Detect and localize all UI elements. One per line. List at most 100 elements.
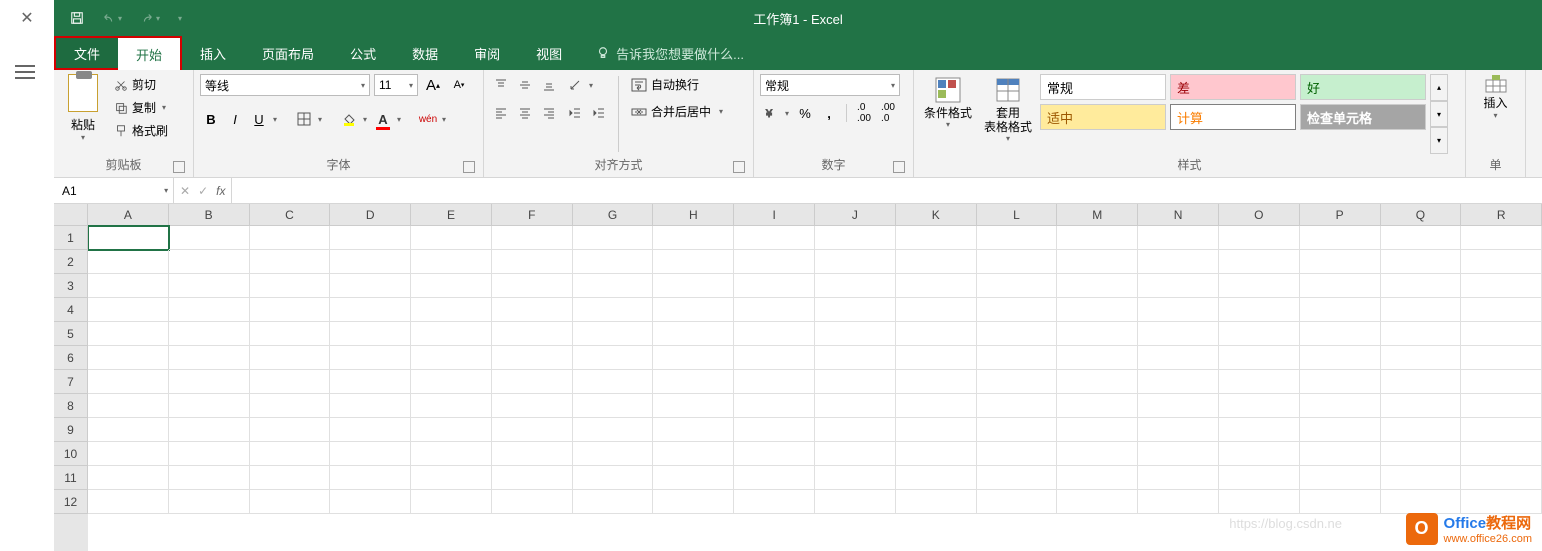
cell[interactable] <box>815 466 896 490</box>
cell[interactable] <box>330 274 411 298</box>
formula-input[interactable] <box>232 178 1542 203</box>
tab-review[interactable]: 审阅 <box>456 36 518 70</box>
cell[interactable] <box>734 250 815 274</box>
cell[interactable] <box>1300 322 1381 346</box>
decrease-decimal-icon[interactable]: .00.0 <box>877 102 899 124</box>
insert-cells-button[interactable]: 插入 ▾ <box>1475 74 1517 154</box>
row-header[interactable]: 4 <box>54 298 88 322</box>
borders-dropdown[interactable]: ▾ <box>315 108 325 130</box>
cell[interactable] <box>1138 298 1219 322</box>
cell[interactable] <box>1138 466 1219 490</box>
underline-button[interactable]: U <box>248 108 270 130</box>
name-box-dropdown[interactable]: ▾ <box>159 186 173 195</box>
cancel-formula-icon[interactable]: ✕ <box>180 184 190 198</box>
column-header[interactable]: N <box>1138 204 1219 226</box>
row-header[interactable]: 12 <box>54 490 88 514</box>
cell[interactable] <box>1461 322 1542 346</box>
cell[interactable] <box>653 418 734 442</box>
row-header[interactable]: 10 <box>54 442 88 466</box>
format-painter-button[interactable]: 格式刷 <box>110 120 172 141</box>
cell[interactable] <box>1381 250 1462 274</box>
cell[interactable] <box>734 490 815 514</box>
cell[interactable] <box>169 394 250 418</box>
cell[interactable] <box>250 394 331 418</box>
wrap-text-button[interactable]: 自动换行 <box>627 74 727 95</box>
cell[interactable] <box>977 490 1058 514</box>
column-header[interactable]: O <box>1219 204 1300 226</box>
cell[interactable] <box>411 490 492 514</box>
column-header[interactable]: F <box>492 204 573 226</box>
style-good[interactable]: 好 <box>1300 74 1426 100</box>
cell[interactable] <box>1057 298 1138 322</box>
cell[interactable] <box>1300 490 1381 514</box>
cell[interactable] <box>1219 418 1300 442</box>
cell[interactable] <box>411 466 492 490</box>
cell[interactable] <box>330 418 411 442</box>
column-header[interactable]: M <box>1057 204 1138 226</box>
column-header[interactable]: I <box>734 204 815 226</box>
cell[interactable] <box>734 394 815 418</box>
cell[interactable] <box>88 418 169 442</box>
cell[interactable] <box>977 346 1058 370</box>
cell[interactable] <box>1057 394 1138 418</box>
fill-color-dropdown[interactable]: ▾ <box>360 108 370 130</box>
style-check-cell[interactable]: 检查单元格 <box>1300 104 1426 130</box>
cell[interactable] <box>815 250 896 274</box>
merge-center-button[interactable]: 合并后居中 ▾ <box>627 101 727 122</box>
cell[interactable] <box>1138 274 1219 298</box>
cell[interactable] <box>815 322 896 346</box>
cell[interactable] <box>815 298 896 322</box>
gallery-scroll-up[interactable]: ▴ <box>1430 74 1448 101</box>
cell[interactable] <box>88 274 169 298</box>
cell[interactable] <box>250 250 331 274</box>
font-size-combo[interactable]: 11▾ <box>374 74 418 96</box>
cell[interactable] <box>896 394 977 418</box>
cell[interactable] <box>169 370 250 394</box>
cell[interactable] <box>1138 322 1219 346</box>
column-header[interactable]: B <box>169 204 250 226</box>
cell[interactable] <box>88 394 169 418</box>
column-header[interactable]: J <box>815 204 896 226</box>
confirm-formula-icon[interactable]: ✓ <box>198 184 208 198</box>
cell[interactable] <box>1381 418 1462 442</box>
cell[interactable] <box>492 370 573 394</box>
cell[interactable] <box>1461 274 1542 298</box>
cell[interactable] <box>1461 490 1542 514</box>
cell[interactable] <box>1381 394 1462 418</box>
format-as-table-button[interactable]: 套用 表格格式 ▾ <box>980 74 1036 154</box>
underline-dropdown[interactable]: ▾ <box>270 108 280 130</box>
cell[interactable] <box>573 370 654 394</box>
cell[interactable] <box>1381 466 1462 490</box>
cell[interactable] <box>1461 250 1542 274</box>
cell[interactable] <box>653 322 734 346</box>
cell[interactable] <box>977 370 1058 394</box>
column-header[interactable]: C <box>250 204 331 226</box>
gallery-more[interactable]: ▾ <box>1430 127 1448 154</box>
host-close-button[interactable]: ✕ <box>0 0 54 36</box>
cell[interactable] <box>815 274 896 298</box>
tab-page-layout[interactable]: 页面布局 <box>244 36 332 70</box>
cell[interactable] <box>1381 226 1462 250</box>
cell[interactable] <box>734 226 815 250</box>
tab-formulas[interactable]: 公式 <box>332 36 394 70</box>
phonetic-button[interactable]: wén <box>417 108 439 130</box>
cell[interactable] <box>250 274 331 298</box>
cell[interactable] <box>653 226 734 250</box>
style-neutral[interactable]: 适中 <box>1040 104 1166 130</box>
cell[interactable] <box>330 490 411 514</box>
cell[interactable] <box>88 442 169 466</box>
align-left-icon[interactable] <box>490 102 512 124</box>
align-middle-icon[interactable] <box>514 74 536 96</box>
cell[interactable] <box>250 418 331 442</box>
cell[interactable] <box>250 322 331 346</box>
cell[interactable] <box>169 250 250 274</box>
cell[interactable] <box>330 346 411 370</box>
cell[interactable] <box>977 322 1058 346</box>
cell[interactable] <box>1300 346 1381 370</box>
tab-file[interactable]: 文件 <box>54 36 118 70</box>
font-name-combo[interactable]: 等线▾ <box>200 74 370 96</box>
cell[interactable] <box>896 298 977 322</box>
cell[interactable] <box>1300 298 1381 322</box>
align-right-icon[interactable] <box>538 102 560 124</box>
name-box-input[interactable] <box>54 184 159 198</box>
